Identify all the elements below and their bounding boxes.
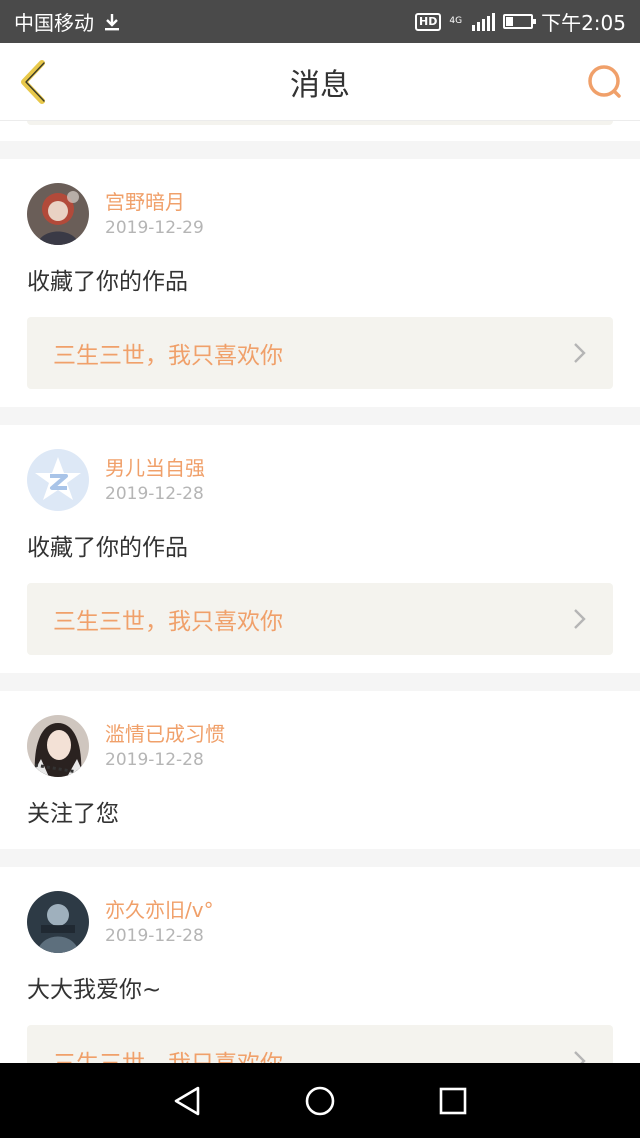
action-text: 收藏了你的作品 xyxy=(27,269,188,295)
chevron-left-icon xyxy=(21,60,45,104)
avatar[interactable] xyxy=(27,891,89,953)
clock: 下午2:05 xyxy=(541,11,626,35)
avatar-image xyxy=(27,891,89,953)
avatar-image xyxy=(27,715,89,777)
message-list: 宫野暗月 2019-12-29 收藏了你的作品 三生三世，我只喜欢你 男儿当自强… xyxy=(0,121,640,1063)
user-info: 男儿当自强 2019-12-28 xyxy=(105,454,205,506)
message-card: 男儿当自强 2019-12-28 收藏了你的作品 三生三世，我只喜欢你 xyxy=(0,425,640,673)
signal-icon xyxy=(472,12,496,31)
user-row: 男儿当自强 2019-12-28 xyxy=(27,449,613,511)
system-nav-bar xyxy=(0,1063,640,1138)
page-title: 消息 xyxy=(290,67,350,103)
avatar-image xyxy=(27,183,89,245)
action-text: 收藏了你的作品 xyxy=(27,535,188,561)
back-button[interactable] xyxy=(14,57,54,107)
app-header: 消息 xyxy=(0,43,640,121)
circle-home-icon xyxy=(305,1086,335,1115)
message-card: 宫野暗月 2019-12-29 收藏了你的作品 三生三世，我只喜欢你 xyxy=(0,159,640,407)
message-date: 2019-12-29 xyxy=(105,218,204,238)
chevron-right-icon xyxy=(574,1051,586,1063)
status-left: 中国移动 xyxy=(14,7,122,36)
qzone-star-avatar-icon xyxy=(27,449,89,511)
triangle-back-icon xyxy=(174,1086,199,1115)
divider xyxy=(0,673,640,691)
user-row: 宫野暗月 2019-12-29 xyxy=(27,183,613,245)
user-info: 宫野暗月 2019-12-29 xyxy=(105,188,204,240)
chevron-right-icon xyxy=(574,609,586,629)
work-link[interactable]: 三生三世，我只喜欢你 xyxy=(27,1025,613,1063)
square-recents-icon xyxy=(440,1087,467,1114)
search-icon xyxy=(588,65,621,98)
previous-work-link-stub[interactable] xyxy=(27,121,613,125)
divider xyxy=(0,849,640,867)
user-row: 滥情已成习惯 2019-12-28 xyxy=(27,715,613,777)
message-card: 滥情已成习惯 2019-12-28 关注了您 xyxy=(0,691,640,849)
avatar[interactable] xyxy=(27,715,89,777)
battery-icon xyxy=(503,14,537,29)
divider xyxy=(0,407,640,425)
message-date: 2019-12-28 xyxy=(105,926,204,946)
battery-level xyxy=(506,17,514,26)
user-row: 亦久亦旧/v° 2019-12-28 xyxy=(27,891,613,953)
username[interactable]: 宫野暗月 xyxy=(105,188,204,216)
work-title: 三生三世，我只喜欢你 xyxy=(53,343,283,369)
work-title: 三生三世，我只喜欢你 xyxy=(53,609,283,635)
search-button[interactable] xyxy=(584,61,626,103)
status-bar: 中国移动 HD 4G 下午2:05 xyxy=(0,0,640,43)
username[interactable]: 男儿当自强 xyxy=(105,454,205,482)
user-info: 亦久亦旧/v° 2019-12-28 xyxy=(105,896,214,948)
action-text: 大大我爱你~ xyxy=(27,977,162,1003)
username[interactable]: 亦久亦旧/v° xyxy=(105,896,214,924)
download-icon xyxy=(105,13,119,30)
work-link[interactable]: 三生三世，我只喜欢你 xyxy=(27,583,613,655)
nav-recents-button[interactable] xyxy=(433,1081,473,1121)
work-title: 三生三世，我只喜欢你 xyxy=(53,1044,283,1063)
avatar[interactable] xyxy=(27,449,89,511)
avatar[interactable] xyxy=(27,183,89,245)
nav-home-button[interactable] xyxy=(300,1081,340,1121)
hd-badge: HD xyxy=(415,12,442,31)
carrier-label: 中国移动 xyxy=(14,11,94,35)
nav-back-button[interactable] xyxy=(167,1081,207,1121)
message-date: 2019-12-28 xyxy=(105,750,204,770)
chevron-right-icon xyxy=(574,343,586,363)
previous-card-stub xyxy=(0,121,640,141)
action-text: 关注了您 xyxy=(27,801,119,827)
username[interactable]: 滥情已成习惯 xyxy=(105,720,225,748)
message-card: 亦久亦旧/v° 2019-12-28 大大我爱你~ 三生三世，我只喜欢你 xyxy=(0,867,640,1063)
message-date: 2019-12-28 xyxy=(105,484,204,504)
user-info: 滥情已成习惯 2019-12-28 xyxy=(105,720,225,772)
divider xyxy=(0,141,640,159)
network-label: 4G xyxy=(449,16,463,26)
status-right: HD 4G 下午2:05 xyxy=(415,7,626,36)
work-link[interactable]: 三生三世，我只喜欢你 xyxy=(27,317,613,389)
